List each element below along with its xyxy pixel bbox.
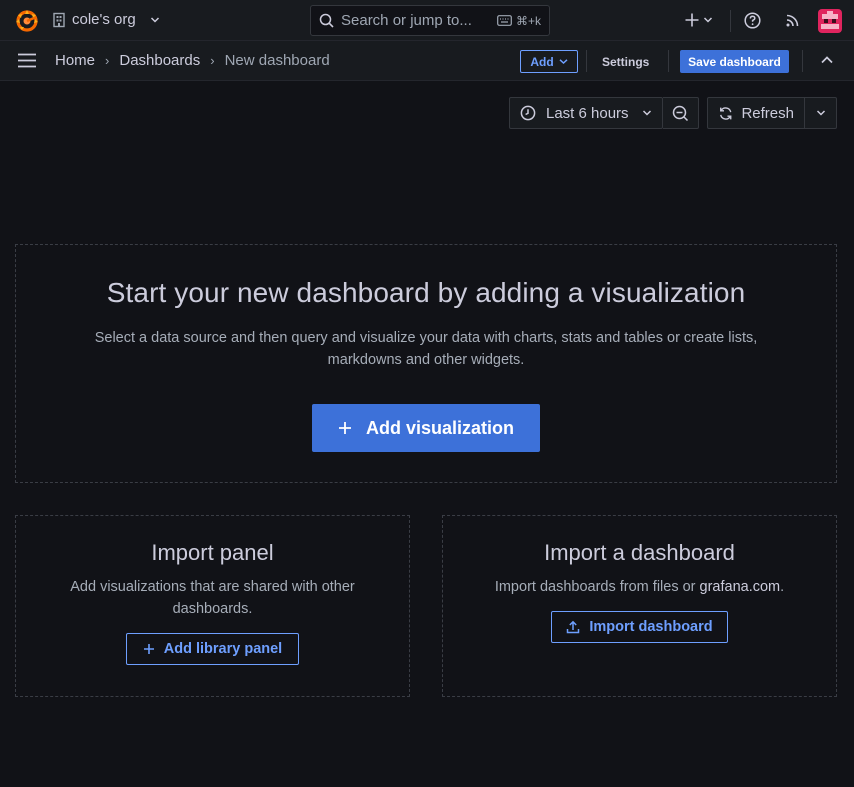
plus-icon [685,13,699,27]
chevron-down-icon [642,110,652,116]
settings-button[interactable]: Settings [596,50,655,73]
top-bar: cole's org Search or jump to... ⌘+k [0,0,854,41]
breadcrumb-dashboards[interactable]: Dashboards [119,52,200,69]
help-icon[interactable] [744,12,761,29]
divider [668,50,669,72]
add-button[interactable]: Add [520,50,578,73]
zoom-out-button[interactable] [663,97,699,129]
add-button-label: Add [530,54,554,69]
grafana-logo-icon[interactable] [14,8,40,34]
refresh-interval-dropdown[interactable] [805,97,837,129]
time-range-picker[interactable]: Last 6 hours [509,97,663,129]
add-visualization-button[interactable]: Add visualization [312,404,540,452]
import-panel-title: Import panel [151,540,274,565]
building-icon [53,12,65,27]
breadcrumb-current: New dashboard [224,52,330,69]
chevron-down-icon [816,110,825,116]
import-panel-card: Import panel Add visualizations that are… [15,515,410,697]
clock-icon [520,105,536,121]
import-panel-description: Add visualizations that are shared with … [70,579,355,617]
plus-icon [338,422,351,434]
divider [586,50,587,72]
breadcrumb-home[interactable]: Home [55,52,95,69]
empty-state-title: Start your new dashboard by adding a vis… [106,277,746,308]
grafana-com-link[interactable]: grafana.com [700,579,781,595]
refresh-button[interactable]: Refresh [707,97,805,129]
import-dashboard-title: Import a dashboard [544,540,735,565]
import-dashboard-card: Import a dashboard Import dashboards fro… [442,515,837,697]
import-dashboard-label: Import dashboard [589,619,713,635]
chevron-down-icon [703,17,713,23]
divider [730,10,731,32]
import-dashboard-button[interactable]: Import dashboard [551,611,728,643]
org-switcher[interactable]: cole's org [52,11,160,28]
rss-icon[interactable] [784,12,801,29]
search-input[interactable]: Search or jump to... ⌘+k [310,5,550,36]
avatar[interactable] [818,9,842,33]
time-range-label: Last 6 hours [546,104,629,122]
shortcut-label: ⌘+k [515,13,541,28]
save-dashboard-button[interactable]: Save dashboard [680,50,789,73]
empty-state-description: Select a data source and then query and … [94,330,758,368]
chevron-right-icon: › [210,53,215,68]
chevron-up-icon[interactable] [820,55,834,65]
chevron-down-icon [150,16,159,23]
menu-icon[interactable] [17,53,37,68]
upload-icon [567,620,580,634]
breadcrumb: Home › Dashboards › New dashboard [55,52,330,69]
import-dashboard-description: Import dashboards from files or grafana.… [475,576,805,598]
add-library-panel-button[interactable]: Add library panel [126,633,299,665]
add-visualization-label: Add visualization [365,417,515,438]
refresh-label: Refresh [741,104,794,122]
chevron-right-icon: › [105,53,110,68]
divider [802,50,803,72]
keyboard-icon [497,15,512,26]
search-placeholder: Search or jump to... [341,12,472,29]
sync-icon [720,106,732,120]
new-menu-button[interactable] [684,12,713,28]
chevron-down-icon [559,59,568,65]
empty-dashboard-panel: Start your new dashboard by adding a vis… [15,244,837,483]
plus-icon [143,644,154,654]
import-dashboard-desc-suffix: . [780,579,785,595]
org-name: cole's org [72,11,136,28]
dashboard-navbar: Home › Dashboards › New dashboard Add Se… [0,41,854,81]
search-icon [319,13,334,28]
zoom-out-icon [672,105,689,121]
search-shortcut: ⌘+k [497,14,541,28]
add-library-panel-label: Add library panel [163,641,283,657]
import-dashboard-desc-prefix: Import dashboards from files or [494,579,700,595]
